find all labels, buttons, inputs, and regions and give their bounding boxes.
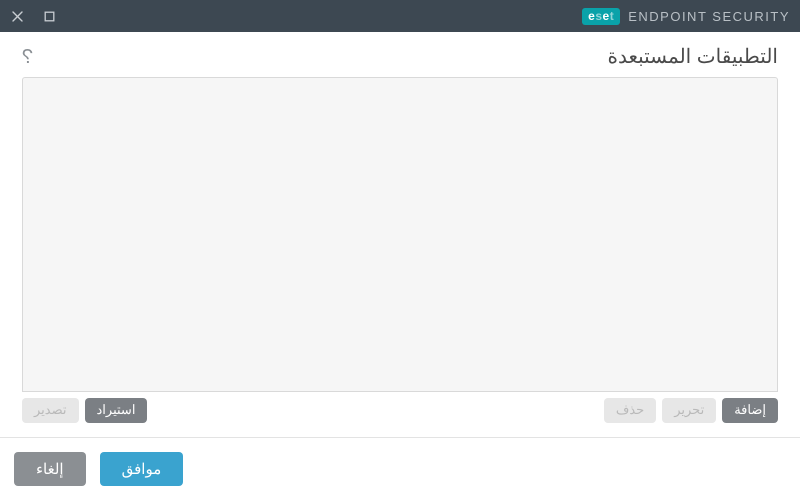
ok-button[interactable]: موافق <box>100 452 184 486</box>
maximize-icon[interactable] <box>42 9 56 23</box>
brand-logo: eset <box>582 8 620 25</box>
dialog-footer: موافق إلغاء <box>0 438 800 500</box>
dialog-header: التطبيقات المستبعدة ? <box>0 32 800 77</box>
window-titlebar: eset ENDPOINT SECURITY <box>0 0 800 32</box>
close-icon[interactable] <box>10 9 24 23</box>
list-toolbar: إضافة تحرير حذف استيراد تصدير <box>22 392 778 437</box>
window-controls <box>10 9 56 23</box>
edit-button: تحرير <box>662 398 716 423</box>
remove-button: حذف <box>604 398 656 423</box>
add-button[interactable]: إضافة <box>722 398 778 423</box>
export-button: تصدير <box>22 398 79 423</box>
dialog-title: التطبيقات المستبعدة <box>607 44 778 69</box>
help-icon[interactable]: ? <box>22 47 33 67</box>
import-button[interactable]: استيراد <box>85 398 148 423</box>
brand: eset ENDPOINT SECURITY <box>582 8 790 25</box>
cancel-button[interactable]: إلغاء <box>14 452 86 486</box>
brand-product: ENDPOINT SECURITY <box>628 9 790 24</box>
dialog-body: إضافة تحرير حذف استيراد تصدير <box>0 77 800 437</box>
excluded-apps-list[interactable] <box>22 77 778 392</box>
